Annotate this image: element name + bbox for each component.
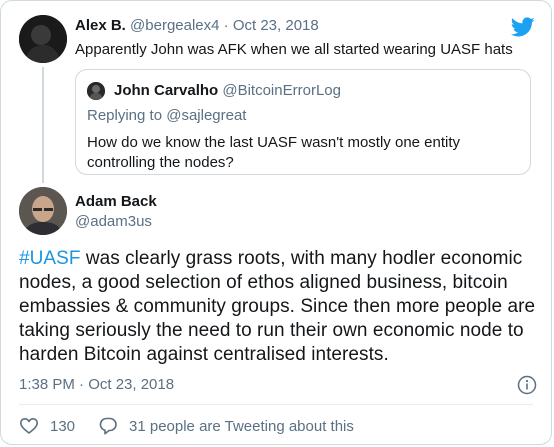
tweet-body: was clearly grass roots, with many hodle… bbox=[19, 248, 536, 365]
avatar-parent[interactable] bbox=[19, 15, 67, 63]
twitter-bird-icon[interactable] bbox=[511, 15, 535, 39]
quoted-text: How do we know the last UASF wasn't most… bbox=[87, 134, 461, 171]
parent-handle[interactable]: @bergealex4 bbox=[130, 17, 219, 34]
quoted-name: John Carvalho bbox=[114, 82, 219, 99]
quoted-tweet[interactable]: John Carvalho @BitcoinErrorLog Replying … bbox=[75, 69, 531, 175]
avatar-main[interactable] bbox=[19, 187, 67, 235]
divider bbox=[19, 404, 533, 405]
speech-bubble-icon[interactable] bbox=[98, 416, 118, 436]
parent-date[interactable]: Oct 23, 2018 bbox=[233, 17, 319, 34]
quoted-header: John Carvalho @BitcoinErrorLog bbox=[114, 82, 341, 99]
tweet-timestamp[interactable]: 1:38 PM · Oct 23, 2018 bbox=[19, 376, 174, 393]
tweeting-about-link[interactable]: 31 people are Tweeting about this bbox=[129, 418, 354, 435]
separator-dot: · bbox=[223, 17, 229, 34]
quoted-replying-to: Replying to @sajlegreat bbox=[87, 107, 247, 124]
author-name[interactable]: Adam Back bbox=[75, 193, 157, 210]
hashtag-link[interactable]: #UASF bbox=[19, 248, 81, 269]
heart-icon[interactable] bbox=[19, 416, 39, 436]
like-count[interactable]: 130 bbox=[50, 418, 75, 435]
parent-header: Alex B. @bergealex4 · Oct 23, 2018 bbox=[75, 17, 319, 34]
tweet-text: #UASF was clearly grass roots, with many… bbox=[19, 247, 539, 367]
quoted-handle: @BitcoinErrorLog bbox=[222, 82, 341, 99]
parent-name[interactable]: Alex B. bbox=[75, 17, 126, 34]
thread-line bbox=[42, 67, 44, 183]
author-handle[interactable]: @adam3us bbox=[75, 213, 152, 230]
embedded-tweet-card: Alex B. @bergealex4 · Oct 23, 2018 Appar… bbox=[0, 0, 552, 445]
info-icon[interactable] bbox=[517, 375, 537, 395]
avatar-quoted bbox=[87, 82, 105, 100]
parent-tweet-text: Apparently John was AFK when we all star… bbox=[75, 41, 513, 58]
